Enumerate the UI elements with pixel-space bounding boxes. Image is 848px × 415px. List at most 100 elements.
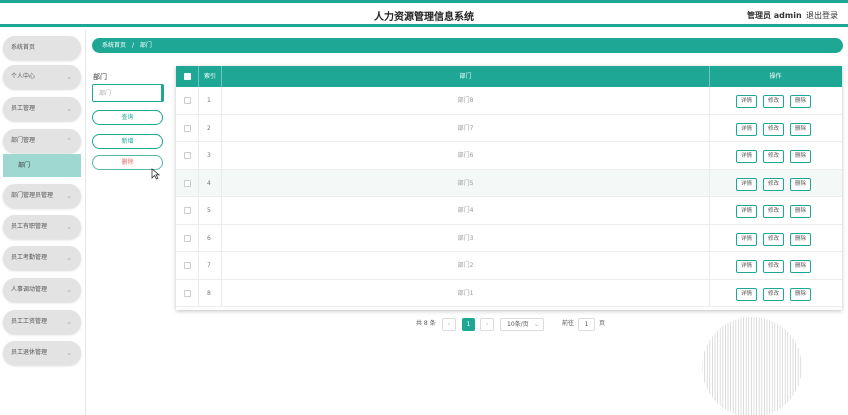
sidebar-item-label: 系统首页 <box>11 44 36 51</box>
sidebar: 系统首页 个人中心 ⌄ 员工管理 ⌄ 部门管理 ⌃ 部门 部门管理员管理 ⌄ 员工有职管… <box>0 30 86 415</box>
pager-total: 共 8 条 <box>416 320 436 327</box>
detail-button[interactable]: 详情 <box>736 205 757 218</box>
sidebar-item-label: 员工退休管理 <box>11 349 48 356</box>
row-index: 2 <box>207 124 211 132</box>
row-checkbox[interactable] <box>184 124 191 132</box>
chevron-down-icon: ⌄ <box>533 321 539 328</box>
row-divider <box>709 252 710 279</box>
row-divider <box>709 87 710 114</box>
delete-button[interactable]: 删除 <box>790 122 811 136</box>
delete-button[interactable]: 删除 <box>790 177 811 191</box>
page-size-select[interactable]: 10条/页 ⌄ <box>500 318 544 331</box>
edit-button[interactable]: 修改 <box>763 122 784 136</box>
row-index: 6 <box>207 234 211 242</box>
page-size-value: 10条/页 <box>507 321 529 328</box>
sidebar-subitem-department[interactable]: 部门 <box>3 154 81 177</box>
row-department: 部门8 <box>457 97 474 104</box>
edit-button[interactable]: 修改 <box>763 150 784 163</box>
delete-button[interactable]: 删除 <box>790 95 811 108</box>
detail-button[interactable]: 详情 <box>736 260 757 273</box>
column-index: 索引 <box>204 73 217 80</box>
row-department: 部门7 <box>457 124 474 132</box>
sidebar-item-dept-admins[interactable]: 部门管理员管理 ⌄ <box>3 184 81 208</box>
pager-prev-button[interactable]: ‹ <box>442 318 456 331</box>
detail-button[interactable]: 详情 <box>736 95 757 108</box>
row-department: 部门2 <box>457 262 474 269</box>
sidebar-item-transfers[interactable]: 人事调动管理 ⌄ <box>3 278 81 302</box>
delete-button[interactable]: 删除 <box>790 287 811 301</box>
row-divider <box>198 252 199 279</box>
sidebar-item-employee-positions[interactable]: 员工有职管理 ⌄ <box>3 215 81 239</box>
sidebar-item-retirement[interactable]: 员工退休管理 ⌄ <box>3 341 81 365</box>
detail-button[interactable]: 详情 <box>736 122 757 136</box>
delete-button[interactable]: 删除 <box>790 260 811 273</box>
row-checkbox[interactable] <box>184 262 191 269</box>
row-checkbox[interactable] <box>184 207 191 214</box>
sidebar-item-profile[interactable]: 个人中心 ⌄ <box>3 65 81 89</box>
select-all-checkbox[interactable] <box>184 73 191 80</box>
row-checkbox[interactable] <box>184 289 191 297</box>
app-title: 人力资源管理信息系统 <box>374 12 474 23</box>
filter-label: 部门 <box>93 73 107 81</box>
logout-link[interactable]: 退出登录 <box>806 10 838 21</box>
detail-button[interactable]: 详情 <box>736 150 757 163</box>
delete-button[interactable]: 删除 <box>790 232 811 246</box>
row-index: 1 <box>207 97 211 104</box>
sidebar-item-departments[interactable]: 部门管理 ⌃ <box>3 129 81 153</box>
edit-button[interactable]: 修改 <box>763 177 784 191</box>
breadcrumb-home[interactable]: 系统首页 <box>102 42 126 49</box>
sidebar-item-label: 部门管理 <box>11 137 36 144</box>
sidebar-item-label: 员工工资管理 <box>11 318 48 325</box>
breadcrumb: 系统首页 / 部门 <box>92 38 843 53</box>
app-header: 人力资源管理信息系统 管理员 admin 退出登录 <box>0 3 848 27</box>
sidebar-item-employees[interactable]: 员工管理 ⌄ <box>3 97 81 121</box>
row-divider <box>709 114 710 142</box>
chevron-down-icon: ⌄ <box>66 105 72 113</box>
row-index: 8 <box>207 289 211 297</box>
column-department: 部门 <box>459 73 472 80</box>
column-actions: 操作 <box>769 73 782 80</box>
table-header: 索引 部门 操作 <box>176 66 842 87</box>
add-button[interactable]: 新增 <box>92 134 163 149</box>
chevron-down-icon: ⌄ <box>66 286 72 294</box>
detail-button[interactable]: 详情 <box>736 177 757 191</box>
row-divider <box>198 224 199 252</box>
delete-button[interactable]: 删除 <box>790 205 811 218</box>
detail-button[interactable]: 详情 <box>736 232 757 246</box>
row-divider <box>709 279 710 307</box>
table-row: 2 部门7 详情 修改 删除 <box>176 114 842 142</box>
row-checkbox[interactable] <box>184 97 191 104</box>
pager-goto-label: 前往 <box>562 320 575 327</box>
department-search-input[interactable] <box>92 84 164 102</box>
sidebar-item-label: 个人中心 <box>11 73 36 80</box>
row-divider <box>198 87 199 114</box>
sidebar-item-attendance[interactable]: 员工考勤管理 ⌄ <box>3 246 81 270</box>
detail-button[interactable]: 详情 <box>736 287 757 301</box>
row-index: 5 <box>207 207 211 214</box>
chevron-up-icon: ⌃ <box>66 137 72 145</box>
breadcrumb-current: 部门 <box>139 42 152 49</box>
query-button[interactable]: 查询 <box>92 110 163 125</box>
row-checkbox[interactable] <box>184 179 191 187</box>
sidebar-item-salary[interactable]: 员工工资管理 ⌄ <box>3 310 81 334</box>
edit-button[interactable]: 修改 <box>763 95 784 108</box>
chevron-down-icon: ⌄ <box>66 254 72 262</box>
sidebar-item-home[interactable]: 系统首页 <box>3 36 81 60</box>
edit-button[interactable]: 修改 <box>763 287 784 301</box>
row-divider <box>198 142 199 169</box>
pager-goto-input[interactable]: 1 <box>578 318 595 331</box>
edit-button[interactable]: 修改 <box>763 260 784 273</box>
table-row: 6 部门3 详情 修改 删除 <box>176 224 842 252</box>
row-divider <box>709 197 710 224</box>
row-checkbox[interactable] <box>184 152 191 159</box>
table-row: 7 部门2 详情 修改 删除 <box>176 252 842 280</box>
pager-page-1[interactable]: 1 <box>462 318 475 331</box>
pager-next-button[interactable]: › <box>480 318 494 331</box>
edit-button[interactable]: 修改 <box>763 232 784 246</box>
delete-button[interactable]: 删除 <box>790 150 811 163</box>
admin-user-label: 管理员 admin <box>747 11 802 20</box>
chevron-down-icon: ⌄ <box>66 318 72 326</box>
table-row: 8 部门1 详情 修改 删除 <box>176 279 842 307</box>
row-checkbox[interactable] <box>184 234 191 242</box>
edit-button[interactable]: 修改 <box>763 205 784 218</box>
